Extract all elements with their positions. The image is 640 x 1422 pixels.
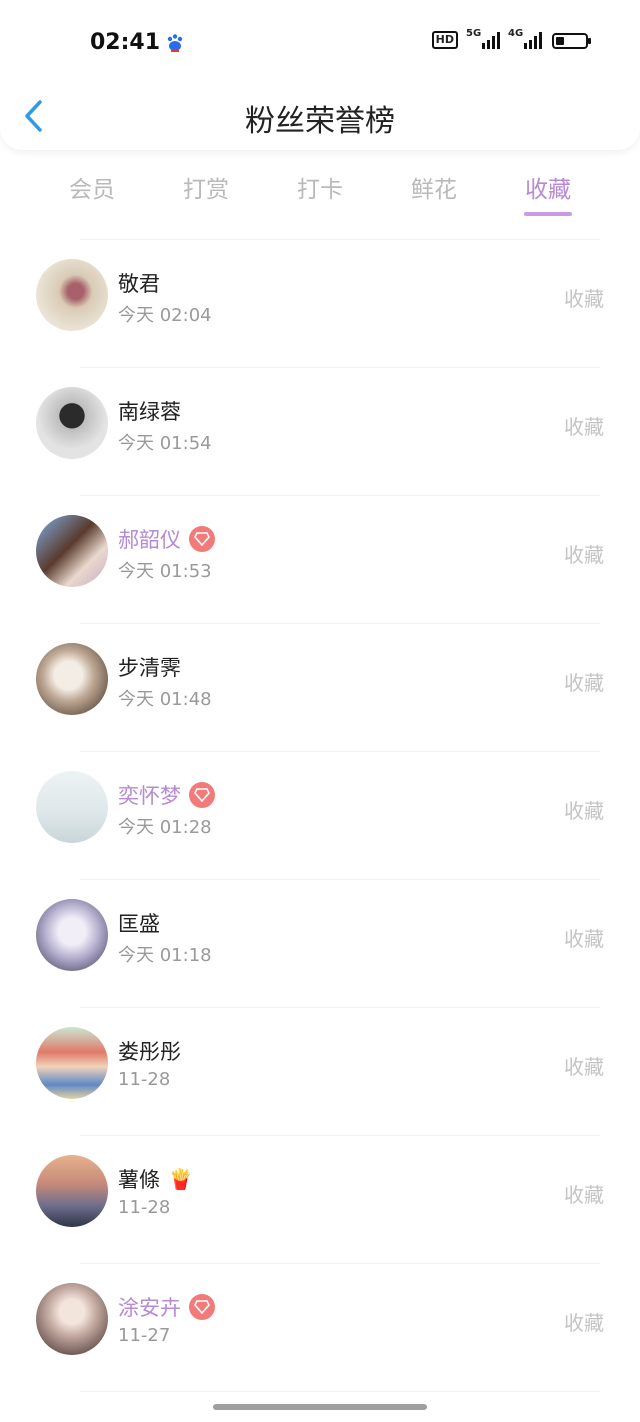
diamond-badge-icon <box>189 782 215 808</box>
user-name[interactable]: 薯條 <box>118 1164 160 1194</box>
collect-time: 11-28 <box>118 1069 171 1090</box>
avatar[interactable] <box>36 1027 108 1099</box>
status-time: 02:41 <box>90 30 161 55</box>
signal-5g-icon: 5G <box>466 28 500 49</box>
fries-emoji: 🍟 <box>168 1167 193 1191</box>
action-label: 收藏 <box>564 799 604 823</box>
collect-time: 今天 01:28 <box>118 817 212 838</box>
list-item[interactable]: 匡盛 今天 01:18 收藏 <box>0 880 640 1008</box>
avatar[interactable] <box>36 259 108 331</box>
user-name[interactable]: 匡盛 <box>118 908 160 938</box>
list-item[interactable]: 娄彤彤 11-28 收藏 <box>0 1008 640 1136</box>
user-name[interactable]: 奕怀梦 <box>118 780 181 810</box>
action-label: 收藏 <box>564 415 604 439</box>
page-title: 粉丝荣誉榜 <box>245 104 395 139</box>
collect-time: 今天 01:54 <box>118 433 212 454</box>
collect-time: 今天 02:04 <box>118 305 212 326</box>
user-name[interactable]: 郝韶仪 <box>118 524 181 554</box>
active-tab-indicator <box>524 212 572 216</box>
action-label: 收藏 <box>564 671 604 695</box>
avatar[interactable] <box>36 515 108 587</box>
avatar[interactable] <box>36 387 108 459</box>
hd-voice-icon: HD <box>431 31 458 49</box>
tab-members[interactable]: 会员 <box>35 170 149 204</box>
avatar[interactable] <box>36 643 108 715</box>
tab-flowers[interactable]: 鲜花 <box>377 170 491 204</box>
list-item[interactable]: 涂安卉 11-27 收藏 <box>0 1264 640 1392</box>
list-item[interactable]: 奕怀梦 今天 01:28 收藏 <box>0 752 640 880</box>
action-label: 收藏 <box>564 1055 604 1079</box>
collect-time: 今天 01:48 <box>118 689 212 710</box>
tab-bar: 会员 打赏 打卡 鲜花 收藏 <box>35 170 605 220</box>
avatar[interactable] <box>36 899 108 971</box>
user-name[interactable]: 娄彤彤 <box>118 1036 181 1066</box>
collect-time: 11-28 <box>118 1197 171 1218</box>
action-label: 收藏 <box>564 1311 604 1335</box>
avatar[interactable] <box>36 771 108 843</box>
collect-time: 11-27 <box>118 1325 171 1346</box>
baidu-paw-icon <box>167 34 183 52</box>
list-item[interactable]: 薯條 🍟 11-28 收藏 <box>0 1136 640 1264</box>
action-label: 收藏 <box>564 1183 604 1207</box>
collect-time: 今天 01:18 <box>118 945 212 966</box>
user-name[interactable]: 南绿蓉 <box>118 396 181 426</box>
tab-favorites[interactable]: 收藏 <box>491 170 605 216</box>
diamond-badge-icon <box>189 1294 215 1320</box>
list-item[interactable]: 南绿蓉 今天 01:54 收藏 <box>0 368 640 496</box>
list-item[interactable]: 敬君 今天 02:04 收藏 <box>0 240 640 368</box>
collect-time: 今天 01:53 <box>118 561 212 582</box>
avatar[interactable] <box>36 1283 108 1355</box>
action-label: 收藏 <box>564 287 604 311</box>
signal-4g-icon: 4G <box>508 28 542 49</box>
user-name[interactable]: 敬君 <box>118 268 160 298</box>
top-bar: 02:41 HD 5G 4G 粉丝荣誉榜 <box>0 0 640 150</box>
user-name[interactable]: 涂安卉 <box>118 1292 181 1322</box>
fan-list: 敬君 今天 02:04 收藏 南绿蓉 今天 01:54 收藏 郝韶仪 今天 01… <box>0 240 640 1392</box>
action-label: 收藏 <box>564 927 604 951</box>
avatar[interactable] <box>36 1155 108 1227</box>
tab-tips[interactable]: 打赏 <box>149 170 263 204</box>
action-label: 收藏 <box>564 543 604 567</box>
user-name[interactable]: 步清霁 <box>118 652 181 682</box>
tab-checkin[interactable]: 打卡 <box>263 170 377 204</box>
home-indicator[interactable] <box>213 1404 427 1410</box>
diamond-badge-icon <box>189 526 215 552</box>
battery-icon <box>552 33 591 49</box>
list-item[interactable]: 郝韶仪 今天 01:53 收藏 <box>0 496 640 624</box>
list-item[interactable]: 步清霁 今天 01:48 收藏 <box>0 624 640 752</box>
status-icons: HD 5G 4G <box>431 28 591 49</box>
